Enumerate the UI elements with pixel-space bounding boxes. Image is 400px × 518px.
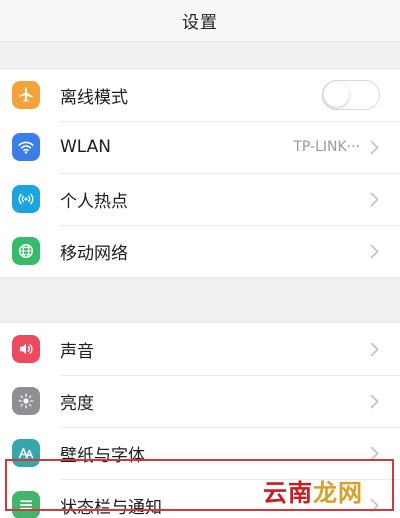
settings-row-label: WLAN: [60, 137, 112, 157]
settings-row-label: 状态栏与通知: [60, 497, 162, 518]
wallpaper-font-icon: [12, 439, 40, 467]
settings-row-brightness[interactable]: 亮度: [0, 375, 400, 427]
page-title: 设置: [182, 13, 218, 33]
settings-group-connectivity: 离线模式 WLAN TP-LINK··· 个人热点 移动网络: [0, 68, 400, 278]
toggle-knob: [324, 82, 349, 107]
status-bar-icon: [12, 491, 40, 518]
settings-row-status-bar-notifications[interactable]: 状态栏与通知: [0, 479, 400, 518]
settings-row-label: 声音: [60, 341, 94, 362]
globe-icon: [12, 237, 40, 265]
chevron-right-icon: [370, 498, 380, 513]
chevron-right-icon: [370, 342, 380, 357]
section-gap: [0, 42, 400, 68]
settings-row-label: 壁纸与字体: [60, 445, 145, 466]
chevron-right-icon: [370, 394, 380, 409]
settings-row-label: 离线模式: [60, 87, 128, 108]
settings-row-airplane-mode[interactable]: 离线模式: [0, 69, 400, 121]
settings-row-label: 个人热点: [60, 191, 128, 212]
wifi-icon: [12, 133, 40, 161]
chevron-right-icon: [370, 446, 380, 461]
hotspot-icon: [12, 185, 40, 213]
airplane-mode-toggle[interactable]: [322, 80, 380, 110]
navigation-bar: 设置: [0, 0, 400, 42]
settings-row-sound[interactable]: 声音: [0, 323, 400, 375]
settings-row-label: 亮度: [60, 393, 94, 414]
settings-row-wallpaper-font[interactable]: 壁纸与字体: [0, 427, 400, 479]
settings-row-wlan[interactable]: WLAN TP-LINK···: [0, 121, 400, 173]
section-gap: [0, 278, 400, 322]
settings-row-personal-hotspot[interactable]: 个人热点: [0, 173, 400, 225]
chevron-right-icon: [370, 140, 380, 155]
settings-group-display: 声音 亮度 壁纸与字体 状态栏与通知: [0, 322, 400, 518]
chevron-right-icon: [370, 244, 380, 259]
speaker-icon: [12, 335, 40, 363]
settings-row-label: 移动网络: [60, 243, 128, 264]
airplane-icon: [12, 81, 40, 109]
brightness-icon: [12, 387, 40, 415]
settings-row-mobile-network[interactable]: 移动网络: [0, 225, 400, 277]
wlan-network-name: TP-LINK···: [293, 139, 360, 155]
chevron-right-icon: [370, 192, 380, 207]
